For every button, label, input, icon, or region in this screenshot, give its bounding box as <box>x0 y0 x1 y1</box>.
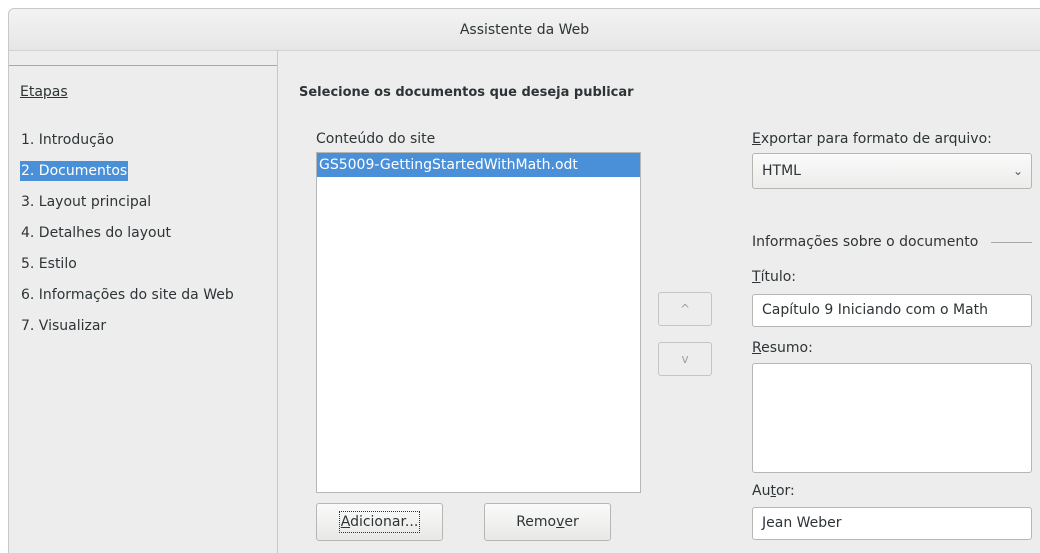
steps-sidebar: Etapas 1. Introdução 2. Documentos 3. La… <box>9 51 278 553</box>
steps-heading: Etapas <box>20 84 68 100</box>
summary-field[interactable] <box>752 363 1032 473</box>
steps-list: 1. Introdução 2. Documentos 3. Layout pr… <box>20 125 235 342</box>
move-down-button[interactable]: v <box>658 342 712 376</box>
wizard-window: Assistente da Web Etapas 1. Introdução 2… <box>8 8 1040 553</box>
author-label: Autor: <box>752 483 795 499</box>
main-panel: Selecione os documentos que deseja publi… <box>278 51 1040 553</box>
chevron-up-icon: ^ <box>679 302 691 316</box>
add-button[interactable]: Adicionar... <box>316 503 443 541</box>
chevron-down-icon: ⌄ <box>1012 164 1023 178</box>
sidebar-divider <box>9 65 277 66</box>
remove-button[interactable]: Remover <box>484 503 611 541</box>
export-format-label: Exportar para formato de arquivo: <box>752 131 992 147</box>
step-detalhes-layout[interactable]: 4. Detalhes do layout <box>20 218 235 249</box>
window-titlebar[interactable]: Assistente da Web <box>9 9 1040 51</box>
site-content-list[interactable]: GS5009-GettingStartedWithMath.odt <box>316 152 641 493</box>
move-up-button[interactable]: ^ <box>658 292 712 326</box>
chevron-down-icon: v <box>681 352 689 366</box>
summary-label: Resumo: <box>752 340 813 356</box>
window-title: Assistente da Web <box>459 22 590 38</box>
title-label: Título: <box>752 269 796 285</box>
page-title: Selecione os documentos que deseja publi… <box>299 85 634 100</box>
step-informacoes-site[interactable]: 6. Informações do site da Web <box>20 280 235 311</box>
title-field[interactable]: Capítulo 9 Iniciando com o Math <box>752 294 1032 327</box>
author-field[interactable]: Jean Weber <box>752 507 1032 540</box>
step-visualizar[interactable]: 7. Visualizar <box>20 311 235 342</box>
list-item[interactable]: GS5009-GettingStartedWithMath.odt <box>317 153 640 177</box>
doc-info-heading: Informações sobre o documento <box>752 234 979 250</box>
step-introducao[interactable]: 1. Introdução <box>20 125 235 156</box>
step-estilo[interactable]: 5. Estilo <box>20 249 235 280</box>
content-label: Conteúdo do site <box>316 131 436 147</box>
step-layout-principal[interactable]: 3. Layout principal <box>20 187 235 218</box>
export-format-select[interactable]: HTML ⌄ <box>752 153 1032 189</box>
step-documentos[interactable]: 2. Documentos <box>20 156 235 187</box>
doc-info-divider <box>991 242 1032 243</box>
